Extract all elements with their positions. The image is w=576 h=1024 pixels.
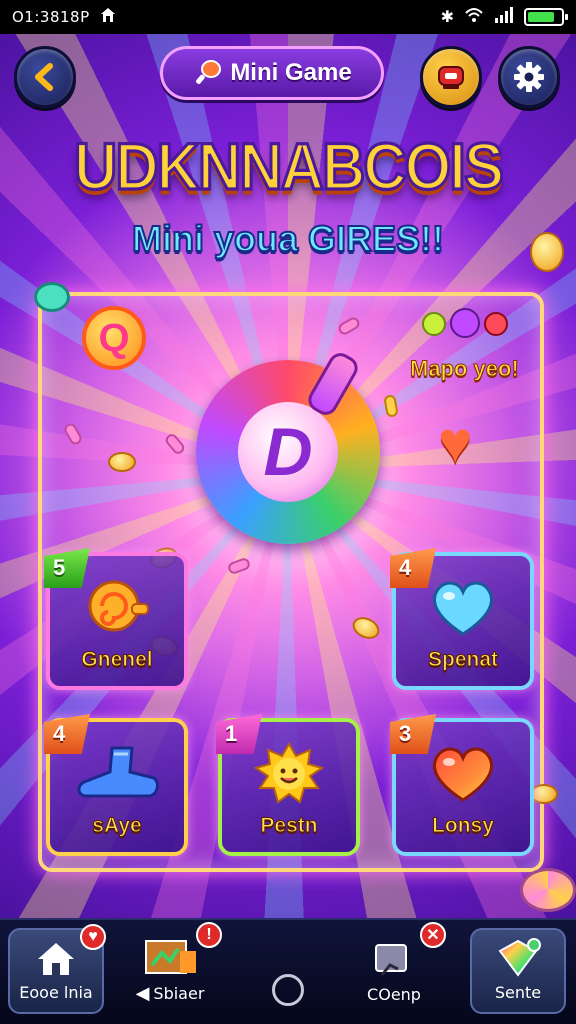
- coin-icon: [530, 784, 558, 804]
- nav-label: Sente: [494, 983, 542, 1002]
- boot-icon: [50, 742, 184, 814]
- nav-share[interactable]: ! ◀ Sbiaer: [122, 922, 222, 1014]
- coin-icon: [530, 232, 564, 272]
- status-time: O1:3818P: [12, 8, 90, 26]
- game-tile-lonsy[interactable]: 3 Lonsy: [390, 714, 534, 856]
- tile-label: Gnenel: [81, 648, 153, 672]
- compare-icon: [375, 944, 407, 976]
- swirl-icon: [50, 576, 184, 646]
- game-screen: O1:3818P ✱ Mini Game UDKNNABCOIS Mini yo…: [0, 0, 576, 1024]
- signal-icon: [494, 7, 514, 27]
- creature-group-icon: [422, 308, 508, 338]
- nav-label-text: Sbiaer: [153, 984, 205, 1003]
- tile-label: Spenat: [427, 648, 498, 672]
- game-tile-pestn[interactable]: 1 Pestn: [216, 714, 360, 856]
- drumstick-icon: [196, 60, 222, 84]
- battery-fill: [528, 12, 554, 22]
- page-title: Mini Game: [230, 59, 352, 86]
- battery-icon: [524, 8, 568, 26]
- nav-label: Eooe lnia: [19, 983, 93, 1002]
- status-bar: O1:3818P ✱: [0, 0, 576, 34]
- nav-alert-badge: !: [196, 922, 222, 948]
- q-badge-icon[interactable]: Q: [82, 306, 146, 370]
- nav-alert-badge: ♥: [80, 924, 106, 950]
- share-icon: [145, 940, 196, 974]
- heart-float-icon: ♥: [438, 410, 473, 475]
- q-badge-letter: Q: [98, 315, 130, 360]
- swirl-candy-icon: [34, 282, 70, 312]
- home-icon: [38, 943, 74, 975]
- nav-settings[interactable]: Sente: [470, 928, 566, 1014]
- alert-icon: [438, 66, 464, 89]
- nav-label: ◀ Sbiaer: [136, 983, 205, 1004]
- green-blob-icon: [422, 312, 446, 336]
- red-blob-icon: [484, 312, 508, 336]
- center-candy-emblem[interactable]: D: [196, 360, 380, 544]
- candy-swirl-icon: [520, 868, 576, 912]
- bottom-navigation: ♥ Eooe lnia ! ◀ Sbiaer ✕ COenp Sente: [0, 918, 576, 1024]
- alert-button[interactable]: [420, 46, 482, 108]
- back-button[interactable]: [14, 46, 76, 108]
- coin-icon: [108, 452, 136, 472]
- heart-icon: [396, 742, 530, 814]
- back-triangle-icon: ◀: [135, 983, 150, 1004]
- promo-label[interactable]: Mapo yeo!: [410, 356, 520, 382]
- emblem-letter: D: [238, 402, 338, 502]
- wifi-icon: [464, 7, 484, 27]
- tile-label: sAye: [92, 814, 142, 838]
- system-home-button[interactable]: [272, 974, 304, 1006]
- settings-button[interactable]: [498, 46, 560, 108]
- tile-label: Pestn: [260, 814, 318, 838]
- purple-blob-icon: [450, 308, 480, 338]
- heart-bubble-icon: [396, 576, 530, 648]
- sun-icon: [222, 742, 356, 818]
- nav-label: COenp: [367, 985, 421, 1004]
- game-tile-gnenel[interactable]: 5 Gnenel: [44, 548, 188, 690]
- gear-icon: [514, 62, 544, 92]
- candy-icon: [498, 938, 541, 977]
- nav-alert-badge: ✕: [420, 922, 446, 948]
- nav-compare[interactable]: ✕ COenp: [346, 922, 446, 1014]
- home-status-icon: [100, 7, 116, 27]
- bluetooth-icon: ✱: [440, 9, 454, 26]
- game-logo-subtitle: Mini youa GIRES!!: [131, 217, 445, 260]
- game-tile-spenat[interactable]: 4 Spenat: [390, 548, 534, 690]
- mini-game-title-button[interactable]: Mini Game: [160, 46, 384, 100]
- nav-home[interactable]: ♥ Eooe lnia: [8, 924, 106, 1014]
- game-tile-saye[interactable]: 4 sAye: [44, 714, 188, 856]
- chevron-left-icon: [35, 63, 53, 91]
- status-icons: ✱: [440, 7, 568, 27]
- tile-label: Lonsy: [432, 814, 495, 838]
- game-logo-title: UDKNNABCOIS: [73, 128, 506, 205]
